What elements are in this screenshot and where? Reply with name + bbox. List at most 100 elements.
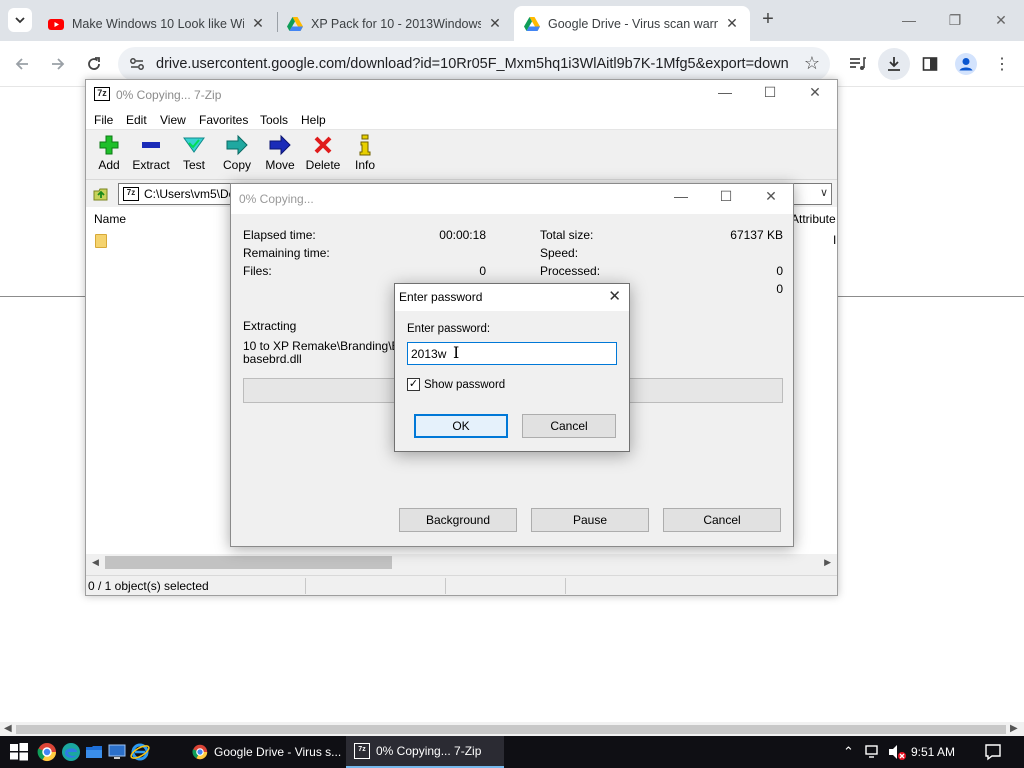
close-icon[interactable]: ✕ [487,15,503,32]
dialog-title-bar[interactable]: 0% Copying... — ☐ ✕ [231,184,793,214]
scrollbar-thumb[interactable] [105,556,392,569]
tab-google-drive[interactable]: Google Drive - Virus scan warni ✕ [514,6,750,41]
extract-button[interactable]: Extract [128,134,174,176]
test-button[interactable]: Test [171,134,217,176]
copy-button[interactable]: Copy [214,134,260,176]
attribute-cell: I [833,233,837,247]
add-button[interactable]: Add [86,134,132,176]
tool-label: Add [98,158,120,172]
info-icon [359,134,371,156]
clock-time[interactable]: 9:51 AM [911,745,955,759]
close-icon[interactable]: ✕ [250,15,266,32]
chevron-down-icon[interactable]: ∨ [820,186,828,199]
total-size-label: Total size: [540,228,594,242]
window-title: 0% Copying... 7-Zip [116,88,222,102]
windows-start-icon[interactable] [9,742,29,762]
minimize-button[interactable]: — [669,188,693,210]
scrollbar-thumb[interactable] [16,725,1006,734]
delete-button[interactable]: Delete [300,134,346,176]
current-file-path: 10 to XP Remake\Branding\Bas [243,339,413,353]
downloads-button[interactable] [878,48,910,80]
pause-button[interactable]: Pause [531,508,649,532]
url-text[interactable]: drive.usercontent.google.com/download?id… [156,56,788,72]
file-explorer-icon[interactable] [84,742,104,762]
notifications-icon[interactable] [984,743,1002,761]
scroll-left-icon[interactable]: ◀ [92,557,99,568]
youtube-icon [48,18,64,30]
media-control-icon[interactable] [846,52,870,76]
address-bar[interactable]: drive.usercontent.google.com/download?id… [118,47,830,81]
status-divider [565,578,566,594]
menu-file[interactable]: File [94,113,113,127]
close-button[interactable]: ✕ [759,188,783,210]
internet-explorer-icon[interactable] [130,742,150,762]
show-password-checkbox[interactable]: ✓ [407,378,420,391]
column-header-attributes[interactable]: Attribute [791,212,836,226]
files-value: 0 [479,264,486,278]
more-menu-icon[interactable]: ⋮ [990,52,1014,76]
profile-avatar[interactable] [954,52,978,76]
files-label: Files: [243,264,272,278]
maximize-button[interactable]: ☐ [714,188,738,210]
network-icon[interactable] [864,743,882,761]
menu-view[interactable]: View [160,113,186,127]
edge-icon[interactable] [61,742,81,762]
menu-tools[interactable]: Tools [260,113,288,127]
reload-button[interactable] [81,51,107,77]
chrome-icon[interactable] [37,742,57,762]
password-input[interactable] [407,342,617,365]
tab-title: Google Drive - Virus scan warni [548,16,718,31]
site-info-icon[interactable] [128,55,146,73]
close-icon[interactable]: ✕ [724,15,740,32]
move-button[interactable]: Move [257,134,303,176]
scroll-right-icon[interactable]: ▶ [1010,723,1018,734]
folder-icon[interactable] [95,234,107,248]
menu-favorites[interactable]: Favorites [199,113,248,127]
processed-label: Processed: [540,264,601,278]
close-button[interactable]: ✕ [803,84,827,106]
column-header-name[interactable]: Name [94,212,126,226]
close-window-button[interactable]: ✕ [989,6,1013,34]
minimize-button[interactable]: — [713,84,737,106]
minimize-button[interactable]: — [897,6,921,34]
bookmark-star-icon[interactable]: ☆ [804,53,820,74]
add-icon [99,135,119,155]
restore-button[interactable]: ❐ [943,6,967,34]
computer-icon[interactable] [107,742,127,762]
side-panel-icon[interactable] [918,52,942,76]
cancel-copy-button[interactable]: Cancel [663,508,781,532]
scroll-right-icon[interactable]: ▶ [824,557,831,568]
taskbar-app-7zip[interactable]: 7z 0% Copying... 7-Zip [346,736,504,768]
person-icon [955,53,977,75]
tab-title: Make Windows 10 Look like Wi [72,16,244,31]
menu-edit[interactable]: Edit [126,113,147,127]
chevron-up-icon[interactable]: ⌃ [843,744,854,760]
close-icon[interactable]: ✕ [608,287,621,305]
horizontal-scrollbar[interactable]: ◀ ▶ [86,554,837,571]
tool-label: Move [265,158,295,172]
background-button[interactable]: Background [399,508,517,532]
maximize-button[interactable]: ☐ [758,84,782,106]
taskbar-app-chrome[interactable]: Google Drive - Virus s... [184,736,342,768]
info-button[interactable]: Info [342,134,388,176]
tab-search-button[interactable] [8,8,32,32]
google-drive-icon [524,16,540,31]
folder-up-icon[interactable] [92,185,110,203]
taskbar-app-label: 0% Copying... 7-Zip [376,744,482,758]
page-horizontal-scrollbar[interactable]: ◀ ▶ [0,722,1024,736]
back-button[interactable] [9,51,35,77]
forward-button[interactable] [45,51,71,77]
7zip-icon: 7z [123,187,139,201]
new-tab-button[interactable]: + [758,9,778,31]
tab-youtube[interactable]: Make Windows 10 Look like Wi ✕ [38,6,276,41]
dialog-title-bar[interactable]: Enter password ✕ [395,284,629,311]
menu-help[interactable]: Help [301,113,326,127]
7zip-title-bar[interactable]: 7z 0% Copying... 7-Zip — ☐ ✕ [86,80,837,110]
volume-muted-icon[interactable] [887,743,907,761]
scroll-left-icon[interactable]: ◀ [4,723,12,734]
speed-label: Speed: [540,246,579,260]
ok-button[interactable]: OK [414,414,508,438]
tab-xp-pack[interactable]: XP Pack for 10 - 2013Windows ✕ [277,6,513,41]
cancel-button[interactable]: Cancel [522,414,616,438]
show-password-label[interactable]: Show password [424,379,505,391]
